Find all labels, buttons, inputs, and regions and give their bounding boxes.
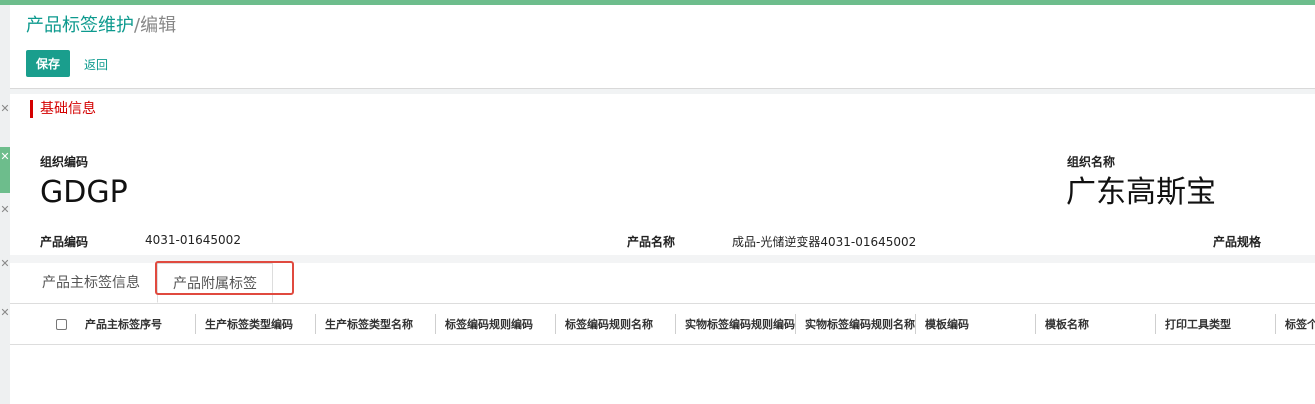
column-header[interactable]: 产品主标签序号 bbox=[85, 317, 195, 333]
column-header[interactable]: 实物标签编码规则编码 bbox=[685, 317, 795, 333]
close-icon[interactable]: ✕ bbox=[0, 306, 10, 320]
column-divider[interactable] bbox=[555, 314, 556, 334]
column-header[interactable]: 生产标签类型名称 bbox=[325, 317, 435, 333]
org-name-label: 组织名称 bbox=[1067, 155, 1116, 169]
org-code-label: 组织编码 bbox=[40, 155, 89, 169]
tab-main-label-info[interactable]: 产品主标签信息 bbox=[26, 263, 156, 303]
column-divider[interactable] bbox=[1155, 314, 1156, 334]
section-separator bbox=[10, 255, 1315, 263]
column-divider[interactable] bbox=[315, 314, 316, 334]
product-code-value: 4031-01645002 bbox=[145, 233, 241, 247]
close-icon[interactable]: ✕ bbox=[0, 203, 10, 217]
product-name-value: 成品-光储逆变器4031-01645002 bbox=[732, 235, 917, 249]
tab-attached-label[interactable]: 产品附属标签 bbox=[157, 263, 273, 303]
page-title-sub: /编辑 bbox=[134, 15, 177, 36]
column-divider[interactable] bbox=[675, 314, 676, 334]
product-code-label: 产品编码 bbox=[40, 235, 89, 249]
header-divider-band bbox=[10, 89, 1315, 94]
close-icon-active[interactable]: ✕ bbox=[0, 147, 10, 193]
top-accent-bar bbox=[0, 0, 1315, 5]
product-spec-label: 产品规格 bbox=[1213, 235, 1262, 249]
left-tab-rail: ✕ ✕ ✕ ✕ ✕ bbox=[0, 5, 10, 404]
column-header[interactable]: 标签编码规则编码 bbox=[445, 317, 555, 333]
tab-bar: 产品主标签信息 产品附属标签 bbox=[10, 263, 1315, 304]
back-link[interactable]: 返回 bbox=[84, 56, 108, 73]
product-name-label: 产品名称 bbox=[627, 235, 676, 249]
column-header[interactable]: 实物标签编码规则名称 bbox=[805, 317, 915, 333]
save-button[interactable]: 保存 bbox=[26, 50, 70, 77]
column-divider[interactable] bbox=[435, 314, 436, 334]
column-divider[interactable] bbox=[795, 314, 796, 334]
org-code-value: GDGP bbox=[40, 175, 128, 210]
page-title-main: 产品标签维护 bbox=[26, 15, 134, 36]
section-title: 基础信息 bbox=[30, 100, 96, 118]
column-header[interactable]: 标签个 bbox=[1285, 317, 1315, 333]
column-divider[interactable] bbox=[1275, 314, 1276, 334]
org-name-value: 广东高斯宝 bbox=[1066, 175, 1216, 210]
select-all-checkbox[interactable] bbox=[56, 319, 67, 330]
column-header[interactable]: 打印工具类型 bbox=[1165, 317, 1270, 333]
column-header[interactable]: 标签编码规则名称 bbox=[565, 317, 675, 333]
column-divider[interactable] bbox=[195, 314, 196, 334]
column-header[interactable]: 生产标签类型编码 bbox=[205, 317, 315, 333]
close-icon[interactable]: ✕ bbox=[0, 102, 10, 116]
column-divider[interactable] bbox=[915, 314, 916, 334]
close-icon[interactable]: ✕ bbox=[0, 257, 10, 271]
column-header[interactable]: 模板名称 bbox=[1045, 317, 1155, 333]
page-title: 产品标签维护/编辑 bbox=[26, 13, 176, 39]
grid-header: 产品主标签序号 生产标签类型编码 生产标签类型名称 标签编码规则编码 标签编码规… bbox=[10, 304, 1315, 345]
column-divider[interactable] bbox=[1035, 314, 1036, 334]
column-header[interactable]: 模板编码 bbox=[925, 317, 1035, 333]
